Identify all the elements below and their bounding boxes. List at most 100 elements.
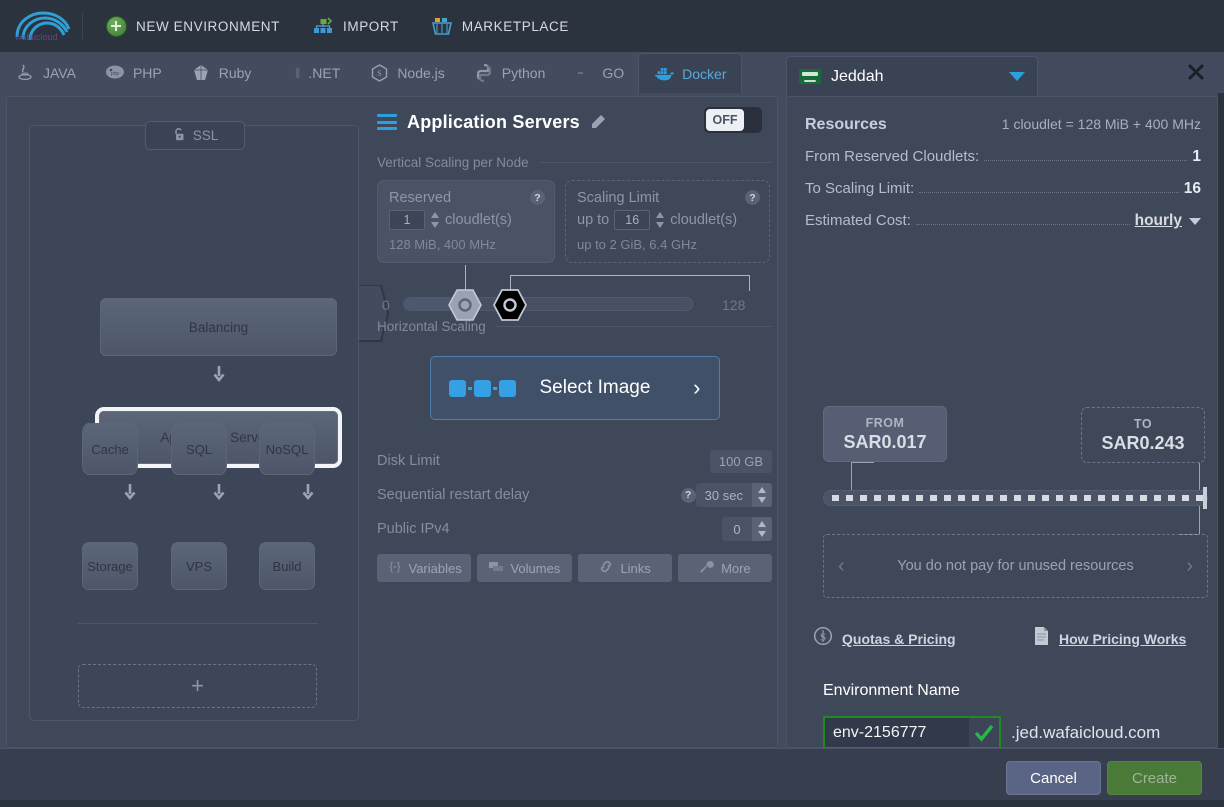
chevron-left-icon[interactable]: ‹: [838, 555, 845, 578]
tab-ruby[interactable]: Ruby: [176, 52, 266, 93]
horizontal-scaling-section-label: Horizontal Scaling: [377, 319, 772, 334]
more-label: More: [721, 561, 751, 576]
create-button[interactable]: Create: [1107, 761, 1202, 795]
import-button[interactable]: IMPORT: [296, 0, 415, 52]
node-action-chips: {-} Variables Volumes: [377, 554, 772, 582]
how-pricing-works-label: How Pricing Works: [1059, 631, 1186, 647]
resources-header: Resources 1 cloudlet = 128 MiB + 400 MHz: [805, 116, 1201, 134]
variables-label: Variables: [409, 561, 462, 576]
region-selector[interactable]: Jeddah: [786, 56, 1038, 96]
new-environment-button[interactable]: NEW ENVIRONMENT: [89, 0, 296, 52]
node-power-toggle[interactable]: OFF: [704, 107, 762, 133]
environment-name-input[interactable]: env-2156777: [823, 716, 969, 749]
unused-resources-note: ‹ You do not pay for unused resources ›: [823, 534, 1208, 598]
scaling-limit-input[interactable]: 16: [614, 210, 650, 230]
slider-handle-reserved[interactable]: [448, 289, 482, 321]
cloudlet-slider[interactable]: 0 128: [377, 265, 772, 317]
marketplace-button[interactable]: MARKETPLACE: [415, 0, 585, 52]
disk-limit-value[interactable]: 100 GB: [710, 450, 772, 473]
variables-button[interactable]: {-} Variables: [377, 554, 471, 582]
public-ipv4-stepper[interactable]: 0: [722, 517, 772, 541]
ssl-badge[interactable]: SSL: [145, 121, 245, 150]
image-stack-icon: [449, 380, 516, 397]
tab-go[interactable]: GO: [559, 52, 638, 93]
svg-text:S: S: [377, 69, 381, 78]
help-icon[interactable]: ?: [681, 488, 696, 503]
resources-note: 1 cloudlet = 128 MiB + 400 MHz: [887, 116, 1201, 132]
node-vps[interactable]: VPS: [171, 542, 227, 590]
cancel-button[interactable]: Cancel: [1006, 761, 1101, 795]
chevron-down-icon[interactable]: [1189, 218, 1201, 225]
how-pricing-works-link[interactable]: How Pricing Works: [1033, 626, 1186, 651]
resources-title: Resources: [805, 116, 887, 134]
reserved-subtext: 128 MiB, 400 MHz: [389, 237, 543, 252]
tab-dotnet[interactable]: .NET: [265, 52, 354, 93]
pencil-icon[interactable]: [590, 114, 606, 130]
help-icon[interactable]: ?: [745, 190, 760, 205]
restart-delay-arrows[interactable]: [752, 483, 772, 507]
variables-icon: {-}: [387, 560, 403, 576]
volumes-button[interactable]: Volumes: [477, 554, 571, 582]
tab-php[interactable]: php PHP: [90, 52, 176, 93]
close-icon[interactable]: [1182, 58, 1210, 86]
go-gopher-icon: [573, 63, 595, 83]
settings-header: Application Servers OFF: [377, 107, 772, 137]
price-from-caption: FROM: [866, 416, 905, 430]
slider-track[interactable]: [403, 297, 693, 311]
price-to-caption: TO: [1134, 417, 1152, 431]
more-button[interactable]: More: [678, 554, 772, 582]
links-button[interactable]: Links: [578, 554, 672, 582]
select-image-button[interactable]: Select Image ›: [430, 356, 720, 420]
public-ipv4-arrows[interactable]: [752, 517, 772, 541]
node-storage[interactable]: Storage: [82, 542, 138, 590]
limit-stem-h: [510, 275, 750, 276]
svg-text:{-}: {-}: [389, 561, 400, 573]
billing-period-selector[interactable]: hourly: [1135, 212, 1182, 230]
nodejs-icon: S: [368, 63, 390, 83]
slider-max-label: 128: [722, 297, 745, 313]
section-rule: [539, 162, 772, 163]
scaling-limit-title: Scaling Limit: [577, 190, 758, 206]
new-environment-label: NEW ENVIRONMENT: [136, 19, 280, 34]
scaling-limit-prefix: up to: [577, 212, 609, 228]
node-cache[interactable]: Cache: [82, 423, 138, 475]
arrow-down-icon: [124, 484, 136, 502]
green-check-icon: [969, 716, 1001, 749]
tab-go-label: GO: [602, 65, 624, 81]
marketplace-label: MARKETPLACE: [462, 19, 569, 34]
wafaicloud-logo[interactable]: wafaicloud: [8, 6, 80, 46]
node-balancing[interactable]: Balancing: [100, 298, 337, 356]
topology-divider: [78, 623, 318, 624]
import-label: IMPORT: [343, 19, 399, 34]
node-build[interactable]: Build: [259, 542, 315, 590]
volumes-label: Volumes: [510, 561, 560, 576]
reserved-stepper[interactable]: [430, 210, 440, 230]
tab-java[interactable]: JAVA: [0, 52, 90, 93]
tab-docker[interactable]: Docker: [638, 53, 741, 93]
node-sql[interactable]: SQL: [171, 423, 227, 475]
usage-range-bar[interactable]: [823, 490, 1208, 506]
node-vps-label: VPS: [186, 559, 212, 574]
node-nosql[interactable]: NoSQL: [259, 423, 315, 475]
chevron-down-icon[interactable]: [1009, 72, 1025, 81]
row-from-reserved-cloudlets: From Reserved Cloudlets: 1: [805, 148, 1201, 166]
restart-delay-stepper[interactable]: 30 sec: [696, 483, 772, 507]
scaling-limit-box: ? Scaling Limit up to 16 cloudlet(s): [565, 180, 770, 263]
tab-python[interactable]: Python: [459, 52, 560, 93]
quotas-and-pricing-link[interactable]: S Quotas & Pricing: [813, 626, 1033, 651]
dot-leader: [984, 160, 1187, 161]
add-node-button[interactable]: +: [78, 664, 317, 708]
tab-nodejs[interactable]: S Node.js: [354, 52, 458, 93]
vertical-scaling-section-label: Vertical Scaling per Node: [377, 155, 772, 170]
menu-icon[interactable]: [377, 114, 397, 130]
chevron-right-icon[interactable]: ›: [1186, 555, 1193, 578]
price-from-joint: [873, 462, 874, 463]
slider-handle-limit[interactable]: [493, 289, 527, 321]
scaling-limit-stepper[interactable]: [655, 210, 665, 230]
row-estimated-cost-label: Estimated Cost:: [805, 212, 911, 229]
reserved-cloudlets-input[interactable]: 1: [389, 210, 425, 230]
help-icon[interactable]: ?: [530, 190, 545, 205]
right-scroll-gutter[interactable]: [1218, 93, 1224, 748]
tab-dotnet-label: .NET: [308, 65, 340, 81]
python-icon: [473, 63, 495, 83]
